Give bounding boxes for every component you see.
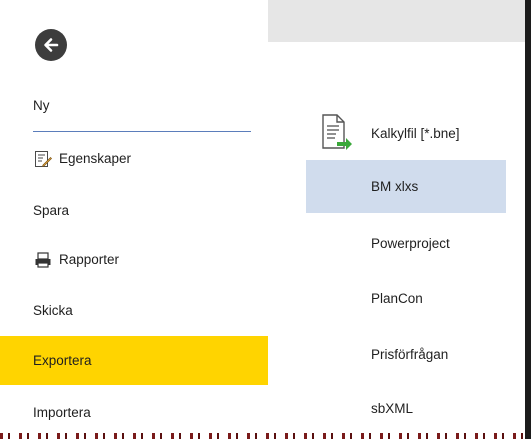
export-option-label: Kalkylfil [*.bne] xyxy=(371,126,460,141)
export-option-label: Powerproject xyxy=(371,236,450,251)
export-option-label: BM xlxs xyxy=(371,179,419,194)
menu-item-spara[interactable]: Spara xyxy=(0,186,268,235)
export-option-label: PlanCon xyxy=(371,291,423,306)
menu-item-label: Importera xyxy=(33,405,91,420)
export-option-sbxml[interactable]: sbXML xyxy=(306,382,506,435)
menu-item-label: Skicka xyxy=(33,303,73,318)
export-option-powerproject[interactable]: Powerproject xyxy=(306,217,506,270)
menu-item-egenskaper[interactable]: Egenskaper xyxy=(0,134,268,183)
menu-item-skicka[interactable]: Skicka xyxy=(0,286,268,335)
menu-item-label: Exportera xyxy=(33,353,92,368)
export-option-label: sbXML xyxy=(371,401,414,416)
printer-icon xyxy=(33,250,53,270)
properties-icon xyxy=(33,149,53,169)
arrow-left-icon xyxy=(44,38,59,52)
window-edge xyxy=(525,0,531,439)
menu-item-importera[interactable]: Importera xyxy=(0,388,268,437)
export-option-kalkylfil[interactable]: Kalkylfil [*.bne] xyxy=(306,107,506,160)
menu-item-rapporter[interactable]: Rapporter xyxy=(0,235,268,284)
panel-header-strip xyxy=(268,0,531,42)
menu-item-label: Spara xyxy=(33,203,70,218)
menu-item-label: Ny xyxy=(33,98,50,113)
back-button[interactable] xyxy=(35,29,67,61)
menu-item-ny[interactable]: Ny xyxy=(0,81,268,130)
menu-item-label: Rapporter xyxy=(59,252,120,267)
menu-item-label: Egenskaper xyxy=(59,151,132,166)
menu-item-exportera[interactable]: Exportera xyxy=(0,336,268,385)
menu-divider xyxy=(33,131,251,132)
file-export-icon xyxy=(320,112,354,157)
export-option-label: Prisförfrågan xyxy=(371,347,449,362)
export-option-plancon[interactable]: PlanCon xyxy=(306,272,506,325)
export-option-bm-xlxs[interactable]: BM xlxs xyxy=(306,160,506,213)
cropped-text-fragment xyxy=(0,433,525,439)
export-option-prisforfragan[interactable]: Prisförfrågan xyxy=(306,328,506,381)
